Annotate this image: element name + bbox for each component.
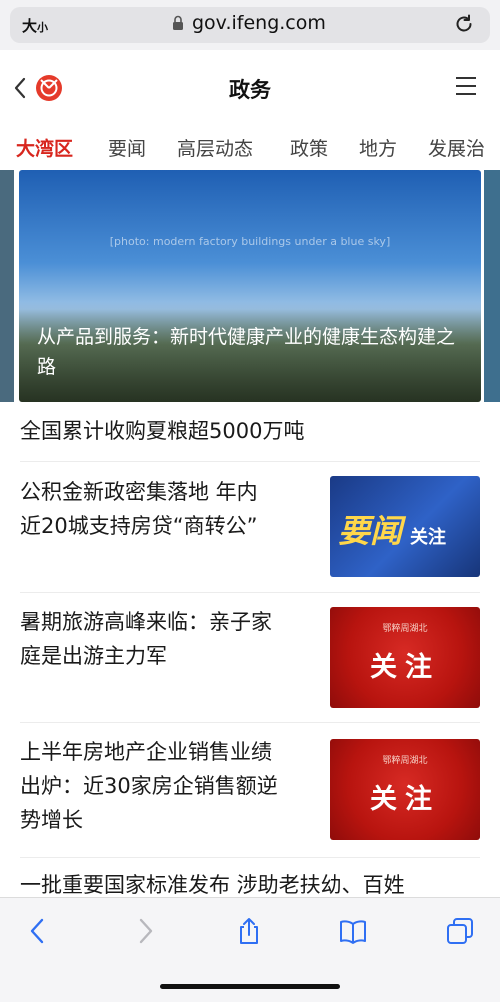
hero-card[interactable]: [photo: modern factory buildings under a… bbox=[19, 170, 481, 402]
reload-icon[interactable] bbox=[453, 13, 475, 35]
carousel-next-peek[interactable] bbox=[484, 170, 500, 402]
browser-address-bar: 大小 gov.ifeng.com bbox=[0, 0, 500, 50]
menu-icon[interactable] bbox=[456, 77, 476, 97]
divider bbox=[20, 592, 480, 593]
divider bbox=[20, 857, 480, 858]
article-title-4-line1: 上半年房地产企业销售业绩 bbox=[20, 740, 272, 764]
article-title-1[interactable]: 全国累计收购夏粮超5000万吨 bbox=[20, 414, 304, 448]
article-title-4[interactable]: 上半年房地产企业销售业绩 出炉：近30家房企销售额逆 势增长 bbox=[20, 735, 278, 837]
tab-difang[interactable]: 地方 bbox=[359, 134, 397, 161]
thumb-4-brand: 鄂粹周湖北 bbox=[382, 756, 428, 766]
tab-fazhanzhi[interactable]: 发展治 bbox=[428, 134, 485, 161]
text-size-small-label: 小 bbox=[37, 21, 49, 34]
article-title-3[interactable]: 暑期旅游高峰来临：亲子家 庭是出游主力军 bbox=[20, 605, 272, 673]
article-title-5-line1: 一批重要国家标准发布 涉助老扶幼、百姓 bbox=[20, 873, 405, 897]
article-title-2-line1: 公积金新政密集落地 年内 bbox=[20, 480, 258, 504]
hero-carousel: [photo: modern factory buildings under a… bbox=[0, 170, 500, 402]
hero-caption: 从产品到服务：新时代健康产业的健康生态构建之路 bbox=[37, 326, 456, 378]
thumb-4-big-text: 关注 bbox=[370, 784, 440, 815]
article-title-4-line2: 出炉：近30家房企销售额逆 bbox=[20, 774, 278, 798]
share-icon[interactable] bbox=[234, 916, 264, 946]
back-icon[interactable] bbox=[23, 916, 53, 946]
article-title-3-line2: 庭是出游主力军 bbox=[20, 644, 167, 668]
text-size-big-label: 大 bbox=[22, 17, 38, 35]
home-indicator bbox=[160, 984, 340, 989]
tab-zhengce[interactable]: 政策 bbox=[290, 134, 328, 161]
article-thumb-4[interactable]: 鄂粹周湖北 关注 bbox=[330, 739, 480, 840]
article-title-1-line1: 全国累计收购夏粮超5000万吨 bbox=[20, 419, 305, 443]
tabs-icon[interactable] bbox=[445, 916, 475, 946]
page-title: 政务 bbox=[229, 78, 271, 102]
text-size-button[interactable]: 大小 bbox=[22, 15, 48, 36]
article-title-2[interactable]: 公积金新政密集落地 年内 近20城支持房贷“商转公” bbox=[20, 475, 258, 543]
carousel-prev-peek[interactable] bbox=[0, 170, 14, 402]
divider bbox=[20, 722, 480, 723]
forward-icon[interactable] bbox=[130, 916, 160, 946]
url-text[interactable]: gov.ifeng.com bbox=[192, 12, 326, 34]
thumb-2-small-text: 关注 bbox=[410, 527, 446, 548]
bookmarks-icon[interactable] bbox=[338, 916, 368, 946]
category-tabs: 大湾区 要闻 高层动态 政策 地方 发展治 bbox=[0, 134, 500, 168]
tab-gaocengdongtai[interactable]: 高层动态 bbox=[177, 134, 253, 161]
article-thumb-2[interactable]: 要闻 关注 bbox=[330, 476, 480, 577]
tab-dawanqu[interactable]: 大湾区 bbox=[16, 134, 73, 161]
divider bbox=[20, 461, 480, 462]
lock-icon bbox=[173, 15, 183, 30]
article-title-3-line1: 暑期旅游高峰来临：亲子家 bbox=[20, 610, 272, 634]
article-title-4-line3: 势增长 bbox=[20, 808, 83, 832]
site-header: 政务 bbox=[0, 62, 500, 114]
article-thumb-3[interactable]: 鄂粹周湖北 关注 bbox=[330, 607, 480, 708]
article-title-2-line2: 近20城支持房贷“商转公” bbox=[20, 514, 258, 538]
thumb-2-big-text: 要闻 bbox=[338, 512, 403, 550]
thumb-3-big-text: 关注 bbox=[370, 652, 440, 683]
thumb-3-brand: 鄂粹周湖北 bbox=[382, 624, 428, 634]
tab-yaowen[interactable]: 要闻 bbox=[108, 134, 146, 161]
